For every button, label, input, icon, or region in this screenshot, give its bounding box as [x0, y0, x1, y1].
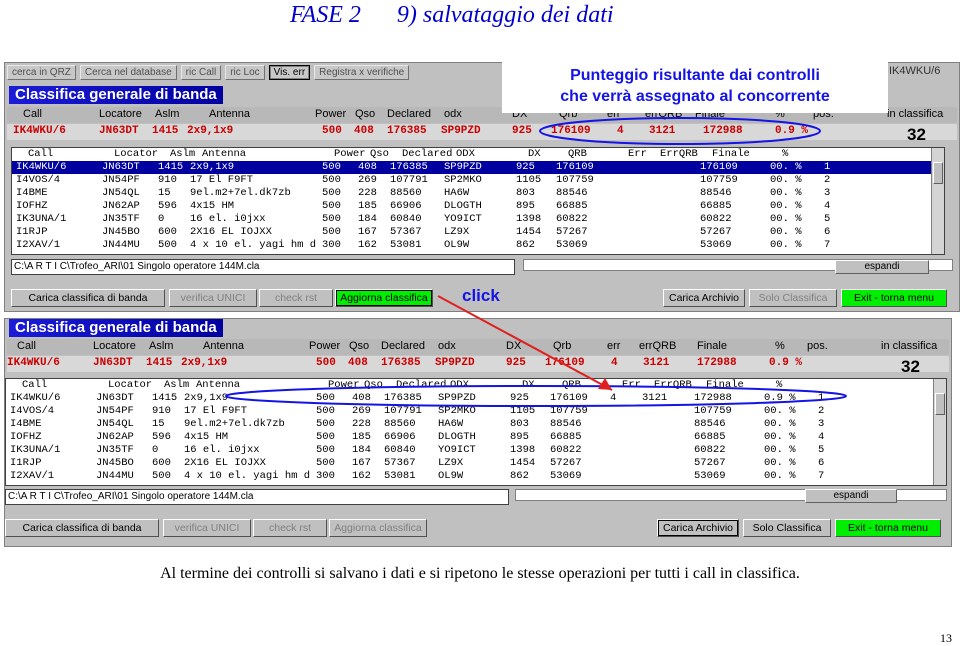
slide-caption: Al termine dei controlli si salvano i da… — [160, 565, 800, 582]
page-number: 13 — [940, 631, 952, 645]
score-highlight-ellipse — [539, 117, 821, 145]
annotation-overlay — [225, 117, 847, 407]
update-arrow — [437, 295, 613, 391]
updated-row-ellipse — [225, 385, 847, 407]
